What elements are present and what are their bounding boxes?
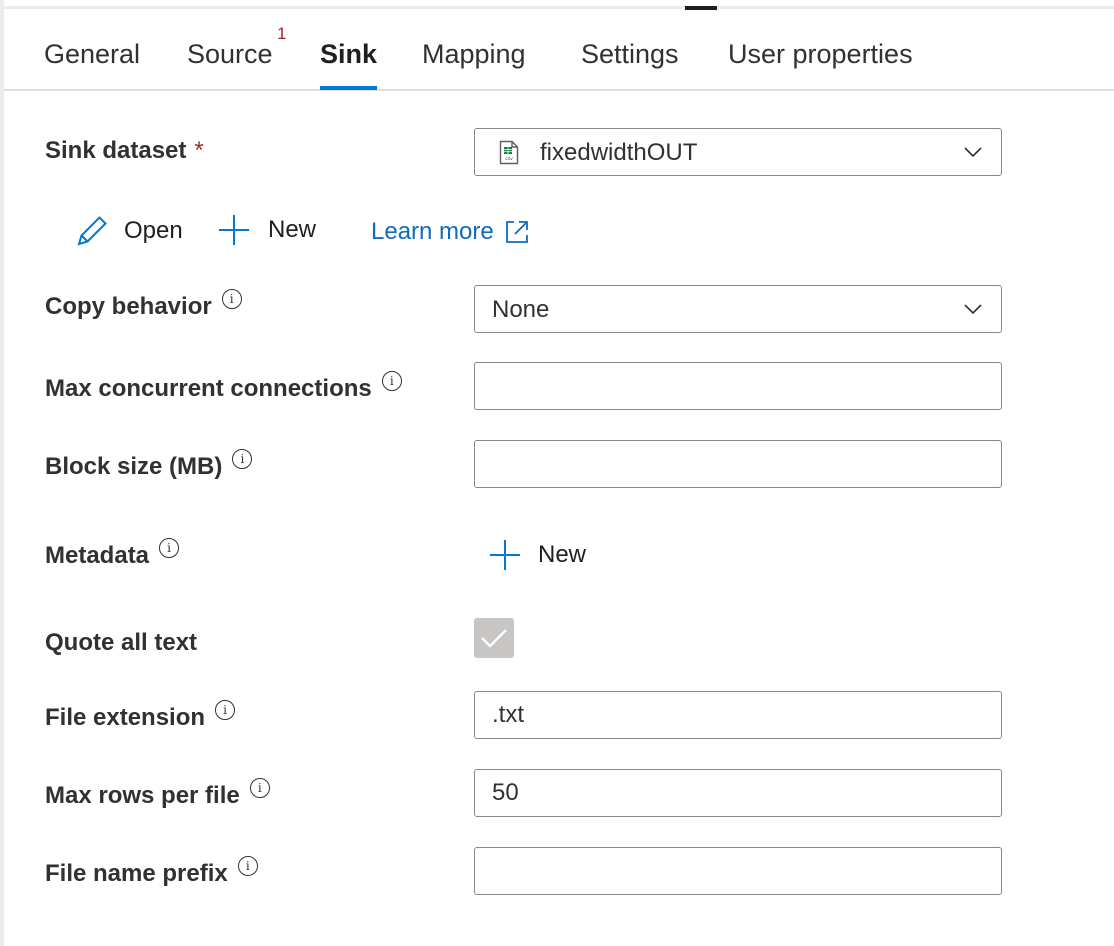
info-icon[interactable]: i xyxy=(232,449,253,469)
active-tab-indicator xyxy=(320,86,378,90)
file-extension-field[interactable] xyxy=(474,691,1002,739)
source-error-badge: 1 xyxy=(277,24,287,43)
max-concurrent-connections-field[interactable] xyxy=(474,362,1002,410)
sink-dataset-label: Sink dataset * xyxy=(45,137,204,164)
max-concurrent-connections-input[interactable] xyxy=(475,363,1001,409)
pencil-icon xyxy=(77,216,107,246)
block-size-field[interactable] xyxy=(474,440,1002,488)
file-name-prefix-label: File name prefix i xyxy=(45,856,258,888)
copy-behavior-dropdown[interactable]: None xyxy=(474,285,1002,333)
plus-icon xyxy=(219,215,249,245)
copy-behavior-label: Copy behavior i xyxy=(45,289,242,321)
sink-dataset-dropdown[interactable]: csv fixedwidthOUT xyxy=(474,128,1002,176)
copy-behavior-value: None xyxy=(492,296,550,323)
tab-user-properties[interactable]: User properties xyxy=(728,39,913,70)
csv-file-icon: csv xyxy=(499,140,519,170)
tab-settings[interactable]: Settings xyxy=(581,39,679,70)
chevron-down-icon xyxy=(964,147,982,158)
new-dataset-button[interactable]: New xyxy=(218,214,316,246)
tab-source[interactable]: Source xyxy=(187,39,273,70)
tab-mapping[interactable]: Mapping xyxy=(422,39,526,70)
learn-more-link[interactable]: Learn more xyxy=(371,218,530,246)
left-border xyxy=(0,0,4,946)
chevron-down-icon xyxy=(964,304,982,315)
info-icon[interactable]: i xyxy=(221,289,242,309)
plus-icon xyxy=(490,540,520,570)
info-icon[interactable]: i xyxy=(159,538,180,558)
open-dataset-button[interactable]: Open xyxy=(75,214,183,248)
file-extension-input[interactable] xyxy=(475,692,1001,738)
tab-sink[interactable]: Sink xyxy=(320,39,378,90)
max-rows-per-file-field[interactable] xyxy=(474,769,1002,817)
quote-all-text-checkbox[interactable] xyxy=(474,618,514,658)
block-size-input[interactable] xyxy=(475,441,1001,487)
tab-general[interactable]: General xyxy=(44,39,140,70)
max-rows-per-file-input[interactable] xyxy=(475,770,1001,816)
metadata-label: Metadata i xyxy=(45,538,180,570)
file-name-prefix-input[interactable] xyxy=(475,848,1001,894)
checkmark-icon xyxy=(481,629,507,648)
block-size-label: Block size (MB) i xyxy=(45,449,253,481)
required-indicator: * xyxy=(194,137,204,164)
file-extension-label: File extension i xyxy=(45,700,236,732)
new-metadata-button[interactable]: New xyxy=(489,539,586,571)
svg-text:csv: csv xyxy=(505,157,513,162)
max-concurrent-connections-label: Max concurrent connections i xyxy=(45,371,402,403)
info-icon[interactable]: i xyxy=(381,371,402,391)
file-name-prefix-field[interactable] xyxy=(474,847,1002,895)
quote-all-text-label: Quote all text xyxy=(45,629,198,656)
external-link-icon xyxy=(505,221,528,243)
info-icon[interactable]: i xyxy=(249,778,270,798)
info-icon[interactable]: i xyxy=(215,700,236,720)
sink-dataset-value: fixedwidthOUT xyxy=(540,139,698,166)
info-icon[interactable]: i xyxy=(237,856,258,876)
max-rows-per-file-label: Max rows per file i xyxy=(45,778,270,810)
tab-bar: General Source 1 Sink Mapping Settings U… xyxy=(4,9,1114,91)
